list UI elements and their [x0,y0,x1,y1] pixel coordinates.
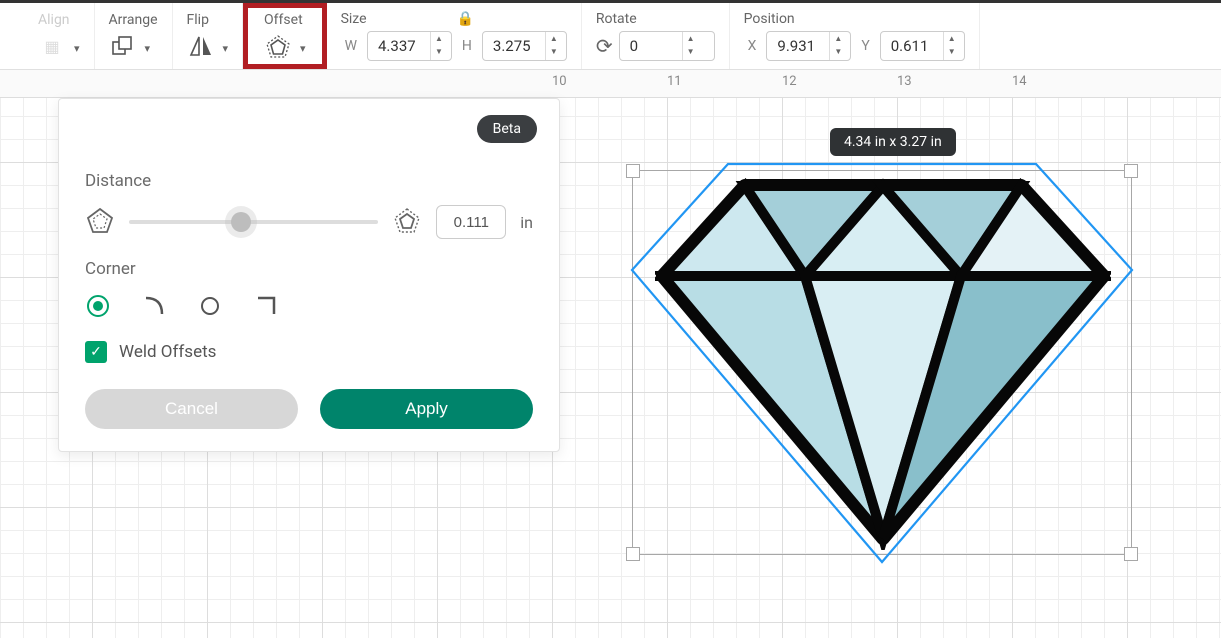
ruler-tick: 11 [667,70,782,97]
align-label: Align [38,12,70,28]
distance-slider[interactable] [129,220,378,224]
distance-unit: in [520,213,533,232]
rot-step-down-icon[interactable]: ▼ [683,45,699,58]
ruler-tick: 12 [782,70,897,97]
height-value: 3.275 [493,37,539,55]
rotate-label: Rotate [596,11,637,27]
w-step-down-icon[interactable]: ▼ [431,45,447,58]
offset-panel: Beta Distance in Corner ✓ Weld Offsets [58,98,560,452]
width-prefix: W [345,38,357,54]
flip-icon [187,32,215,60]
ruler-tick: 14 [1012,70,1127,97]
distance-input[interactable] [436,205,506,239]
radio-selected-icon [87,295,109,317]
y-input[interactable]: 0.611 ▲▼ [880,31,965,61]
apply-button[interactable]: Apply [320,389,533,429]
corner-curve-option[interactable] [141,293,167,319]
rotate-input[interactable]: 0 ▲▼ [619,31,715,61]
arrange-label: Arrange [109,12,158,28]
w-step-up-icon[interactable]: ▲ [431,32,447,45]
corner-square-option[interactable] [253,293,279,319]
resize-handle-ne[interactable] [1124,164,1138,178]
weld-checkbox[interactable]: ✓ [85,341,107,363]
flip-dropdown-icon[interactable] [221,37,229,56]
x-step-up-icon[interactable]: ▲ [830,32,846,45]
ruler-tick: 13 [897,70,1012,97]
height-prefix: H [462,38,472,54]
width-input[interactable]: 4.337 ▲▼ [367,31,452,61]
center-cross-icon: + [866,348,889,395]
slider-thumb[interactable] [231,212,251,232]
y-step-up-icon[interactable]: ▲ [944,32,960,45]
corner-round-option[interactable] [85,293,111,319]
cancel-button[interactable]: Cancel [85,389,298,429]
toolbar-rotate: Rotate ⟳ 0 ▲▼ [582,3,730,69]
y-value: 0.611 [891,37,937,55]
toolbar-flip[interactable]: Flip [173,3,244,69]
offset-label: Offset [264,12,303,28]
flip-label: Flip [187,12,209,28]
ruler-tick: 10 [552,70,667,97]
resize-handle-se[interactable] [1124,547,1138,561]
width-value: 4.337 [378,37,424,55]
x-prefix: X [748,38,757,54]
y-step-down-icon[interactable]: ▼ [944,45,960,58]
offset-dropdown-icon[interactable] [298,37,306,56]
weld-label: Weld Offsets [119,342,216,362]
toolbar-arrange[interactable]: Arrange [95,3,173,69]
toolbar-position: Position X 9.931 ▲▼ Y 0.611 ▲▼ [730,3,980,69]
outset-pentagon-icon [392,206,422,238]
beta-badge: Beta [477,115,537,143]
y-prefix: Y [861,38,869,54]
h-step-down-icon[interactable]: ▼ [546,45,562,58]
corner-label: Corner [85,259,533,279]
offset-icon [264,32,292,60]
resize-handle-nw[interactable] [626,164,640,178]
arrange-icon [109,32,137,60]
x-step-down-icon[interactable]: ▼ [830,45,846,58]
toolbar-align[interactable]: Align ▦ [8,3,95,69]
corner-circle-option[interactable] [197,293,223,319]
size-label: Size [341,11,367,27]
x-value: 9.931 [777,37,823,55]
lock-icon[interactable]: 🔒 [457,11,474,27]
x-input[interactable]: 9.931 ▲▼ [766,31,851,61]
selection-size-badge: 4.34 in x 3.27 in [830,128,956,156]
inset-pentagon-icon [85,206,115,238]
resize-handle-sw[interactable] [626,547,640,561]
top-toolbar: Align ▦ Arrange Flip Offset [0,0,1221,70]
arrange-dropdown-icon[interactable] [143,37,151,56]
toolbar-offset[interactable]: Offset [254,8,316,64]
height-input[interactable]: 3.275 ▲▼ [482,31,567,61]
align-icon: ▦ [38,32,66,60]
toolbar-size: Size 🔒 W 4.337 ▲▼ H 3.275 ▲▼ [327,3,582,69]
align-dropdown-icon[interactable] [72,37,80,56]
ruler-horizontal: 10 11 12 13 14 [0,70,1221,98]
rot-step-up-icon[interactable]: ▲ [683,32,699,45]
position-label: Position [744,11,795,27]
h-step-up-icon[interactable]: ▲ [546,32,562,45]
rotate-value: 0 [630,37,676,55]
offset-highlight: Offset [243,3,327,69]
rotate-icon[interactable]: ⟳ [596,34,613,58]
distance-label: Distance [85,171,533,191]
